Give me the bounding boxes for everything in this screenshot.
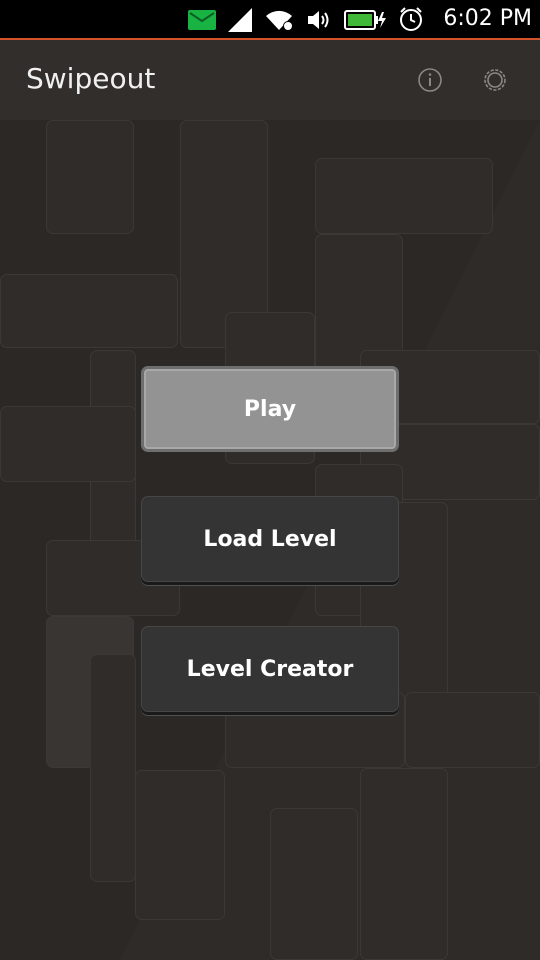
play-button[interactable]: Play xyxy=(141,366,399,452)
app-header: Swipeout xyxy=(0,40,540,120)
level-creator-button[interactable]: Level Creator xyxy=(141,626,399,712)
background-block xyxy=(405,692,540,768)
battery-icon xyxy=(344,10,386,30)
background-block xyxy=(135,770,225,920)
volume-icon xyxy=(308,11,329,29)
info-icon[interactable] xyxy=(416,66,444,94)
signal-icon xyxy=(228,8,252,32)
settings-icon[interactable] xyxy=(481,66,509,94)
alarm-icon xyxy=(400,7,422,31)
background-block xyxy=(360,768,448,960)
background-block xyxy=(90,654,136,882)
wifi-icon xyxy=(266,10,293,31)
load-level-button[interactable]: Load Level xyxy=(141,496,399,582)
background-block xyxy=(315,158,493,234)
status-bar: 6:02 PM xyxy=(0,0,540,40)
message-icon xyxy=(188,10,216,30)
background-block xyxy=(0,274,178,348)
page-title: Swipeout xyxy=(26,62,156,95)
status-time: 6:02 PM xyxy=(443,6,532,31)
background-block xyxy=(0,406,136,482)
background-block xyxy=(46,120,134,234)
background-block xyxy=(270,808,358,960)
